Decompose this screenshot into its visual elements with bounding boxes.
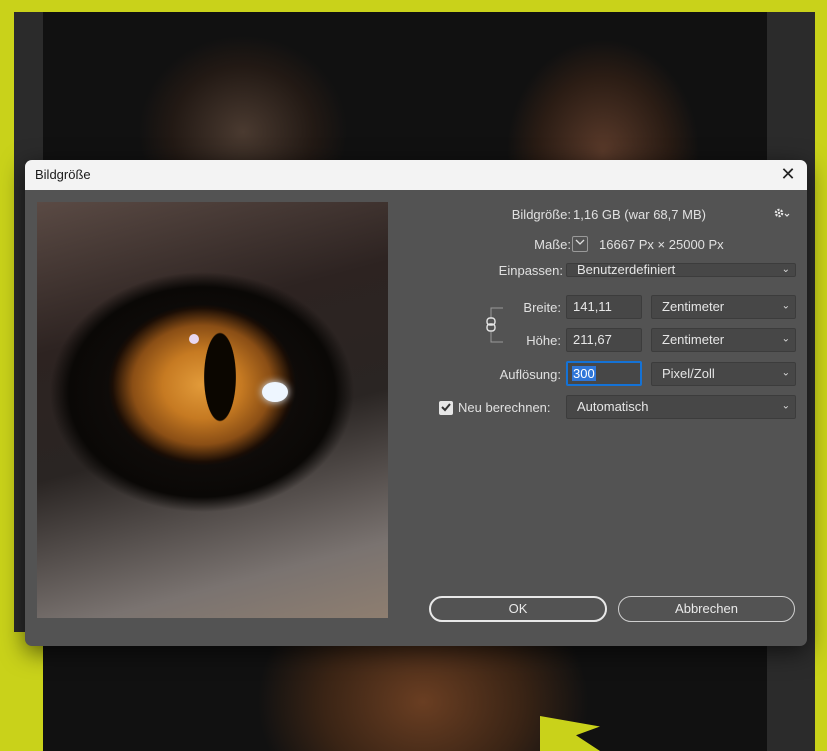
height-label: Höhe: <box>526 333 561 348</box>
close-icon[interactable]: ✕ <box>777 163 799 185</box>
resample-value: Automatisch <box>577 399 649 414</box>
dialog-title: Bildgröße <box>35 167 91 182</box>
resolution-unit-dropdown[interactable]: Pixel/Zoll ⌄ <box>651 362 796 386</box>
chevron-down-icon: ⌄ <box>781 300 790 312</box>
image-size-value: 1,16 GB (war 68,7 MB) <box>573 207 706 222</box>
frame-left-bottom <box>0 632 43 751</box>
fit-value: Benutzerdefiniert <box>577 262 676 277</box>
resolution-input[interactable]: 300 <box>566 361 642 386</box>
width-unit-dropdown[interactable]: Zentimeter ⌄ <box>651 295 796 319</box>
chevron-down-icon: ⌄ <box>781 333 790 345</box>
dialog-titlebar: Bildgröße ✕ <box>25 160 807 190</box>
frame-right <box>815 0 827 751</box>
height-input[interactable]: 211,67 <box>566 328 642 352</box>
height-unit-value: Zentimeter <box>662 332 725 347</box>
width-value: 141,11 <box>573 299 612 314</box>
height-unit-dropdown[interactable]: Zentimeter ⌄ <box>651 328 796 352</box>
preview-highlight <box>262 382 288 402</box>
fit-label: Einpassen: <box>498 263 563 278</box>
image-size-label: Bildgröße: <box>511 207 571 222</box>
image-preview[interactable] <box>37 202 388 618</box>
height-value: 211,67 <box>573 332 612 347</box>
dimensions-label: Maße: <box>534 237 571 252</box>
gear-icon[interactable] <box>773 206 791 220</box>
resample-checkbox[interactable] <box>439 401 453 415</box>
resolution-label: Auflösung: <box>499 367 561 382</box>
width-unit-value: Zentimeter <box>662 299 725 314</box>
chevron-down-icon[interactable] <box>572 236 588 252</box>
fit-dropdown[interactable]: Benutzerdefiniert ⌄ <box>566 263 796 277</box>
resolution-unit-value: Pixel/Zoll <box>662 366 715 381</box>
cancel-button[interactable]: Abbrechen <box>618 596 795 622</box>
ok-button[interactable]: OK <box>429 596 607 622</box>
chevron-down-icon: ⌄ <box>781 367 790 379</box>
dimensions-value: 16667 Px × 25000 Px <box>599 237 724 252</box>
resample-label: Neu berechnen: <box>458 400 551 415</box>
chevron-down-icon: ⌄ <box>781 400 790 412</box>
chevron-down-icon: ⌄ <box>781 263 790 275</box>
resolution-value: 300 <box>572 366 596 381</box>
frame-top <box>0 0 827 12</box>
resample-dropdown[interactable]: Automatisch ⌄ <box>566 395 796 419</box>
width-input[interactable]: 141,11 <box>566 295 642 319</box>
preview-highlight-small <box>189 334 199 344</box>
image-size-dialog: Bildgröße ✕ Bildgröße: 1,16 GB (war 68,7… <box>25 160 807 646</box>
width-label: Breite: <box>523 300 561 315</box>
